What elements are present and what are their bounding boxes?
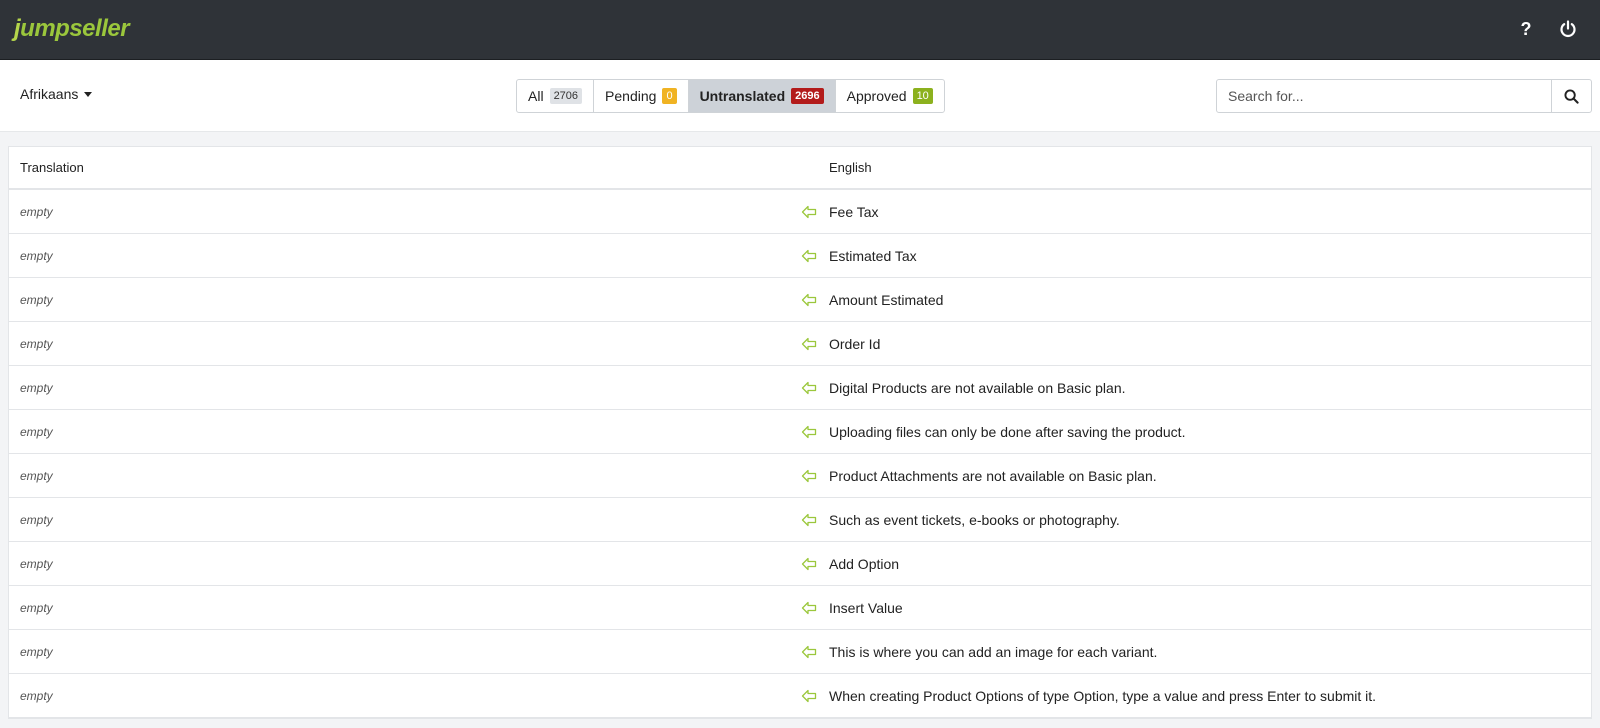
english-cell: Amount Estimated (829, 291, 944, 308)
translation-cell[interactable]: empty (9, 425, 789, 439)
table-row: empty Product Attachments are not availab… (9, 454, 1591, 498)
translation-cell[interactable]: empty (9, 601, 789, 615)
table-row: empty Uploading files can only be done af… (9, 410, 1591, 454)
english-cell: Order Id (829, 335, 881, 352)
logo-text: umpseller (20, 15, 130, 42)
status-filter-tabs: All 2706 Pending 0 Untranslated 2696 App… (516, 79, 945, 113)
filter-label: Approved (846, 88, 907, 104)
search-icon (1564, 88, 1579, 104)
translation-cell[interactable]: empty (9, 205, 789, 219)
copy-arrow-icon[interactable] (789, 513, 829, 527)
copy-arrow-icon[interactable] (789, 381, 829, 395)
translation-cell[interactable]: empty (9, 293, 789, 307)
copy-arrow-icon[interactable] (789, 425, 829, 439)
copy-arrow-icon[interactable] (789, 337, 829, 351)
copy-arrow-icon[interactable] (789, 601, 829, 615)
english-cell: Add Option (829, 555, 900, 572)
column-header-english: English (829, 160, 872, 175)
filter-tab-approved[interactable]: Approved 10 (836, 80, 944, 112)
copy-arrow-icon[interactable] (789, 249, 829, 263)
filter-label: All (528, 88, 544, 104)
copy-arrow-icon[interactable] (789, 205, 829, 219)
translation-cell[interactable]: empty (9, 381, 789, 395)
filter-tab-untranslated[interactable]: Untranslated 2696 (688, 80, 836, 112)
english-cell: Product Attachments are not available on… (829, 467, 1157, 484)
translation-cell[interactable]: empty (9, 513, 789, 527)
search-input[interactable] (1217, 80, 1551, 112)
count-badge: 2706 (549, 88, 583, 104)
table-row: empty Digital Products are not available … (9, 366, 1591, 410)
table-row: empty This is where you can add an image … (9, 630, 1591, 674)
power-icon[interactable] (1558, 18, 1578, 40)
table-row: empty Fee Tax (9, 190, 1591, 234)
translation-cell[interactable]: empty (9, 337, 789, 351)
language-dropdown[interactable]: Afrikaans (20, 86, 93, 102)
table-body: empty Fee Tax empty Estimated Tax empty Amoun… (9, 190, 1591, 718)
translation-cell[interactable]: empty (9, 557, 789, 571)
table-row: empty Estimated Tax (9, 234, 1591, 278)
jumpseller-logo[interactable]: jumpseller (14, 12, 130, 46)
translation-cell[interactable]: empty (9, 689, 789, 703)
copy-arrow-icon[interactable] (789, 557, 829, 571)
table-row: empty When creating Product Options of ty… (9, 674, 1591, 718)
translation-cell[interactable]: empty (9, 249, 789, 263)
count-badge: 2696 (791, 88, 824, 104)
count-badge: 10 (912, 88, 933, 104)
translations-table: Translation English empty Fee Tax empty Est… (8, 146, 1592, 719)
copy-arrow-icon[interactable] (789, 689, 829, 703)
english-cell: Insert Value (829, 599, 903, 616)
top-navbar: jumpseller ? (0, 0, 1600, 60)
english-cell: Fee Tax (829, 203, 879, 220)
copy-arrow-icon[interactable] (789, 293, 829, 307)
column-header-translation: Translation (20, 160, 84, 175)
copy-arrow-icon[interactable] (789, 645, 829, 659)
search-box (1216, 79, 1592, 113)
table-row: empty Amount Estimated (9, 278, 1591, 322)
caret-down-icon (84, 91, 93, 97)
question-mark-icon[interactable]: ? (1516, 18, 1536, 40)
translation-cell[interactable]: empty (9, 645, 789, 659)
filter-tab-pending[interactable]: Pending 0 (594, 80, 689, 112)
filter-tab-all[interactable]: All 2706 (517, 80, 595, 112)
language-label: Afrikaans (20, 86, 79, 102)
table-row: empty Order Id (9, 322, 1591, 366)
english-cell: Uploading files can only be done after s… (829, 423, 1186, 440)
copy-arrow-icon[interactable] (789, 469, 829, 483)
translation-cell[interactable]: empty (9, 469, 789, 483)
count-badge: 0 (662, 88, 677, 104)
english-cell: Digital Products are not available on Ba… (829, 379, 1126, 396)
toolbar: Afrikaans All 2706 Pending 0 Untranslate… (0, 60, 1600, 132)
filter-label: Untranslated (699, 88, 786, 104)
search-button[interactable] (1551, 80, 1591, 112)
english-cell: When creating Product Options of type Op… (829, 687, 1377, 704)
table-row: empty Insert Value (9, 586, 1591, 630)
table-row: empty Add Option (9, 542, 1591, 586)
english-cell: Estimated Tax (829, 247, 917, 264)
table-row: empty Such as event tickets, e-books or p… (9, 498, 1591, 542)
english-cell: This is where you can add an image for e… (829, 643, 1158, 660)
table-header: Translation English (9, 147, 1591, 190)
english-cell: Such as event tickets, e-books or photog… (829, 511, 1120, 528)
filter-label: Pending (605, 88, 657, 104)
